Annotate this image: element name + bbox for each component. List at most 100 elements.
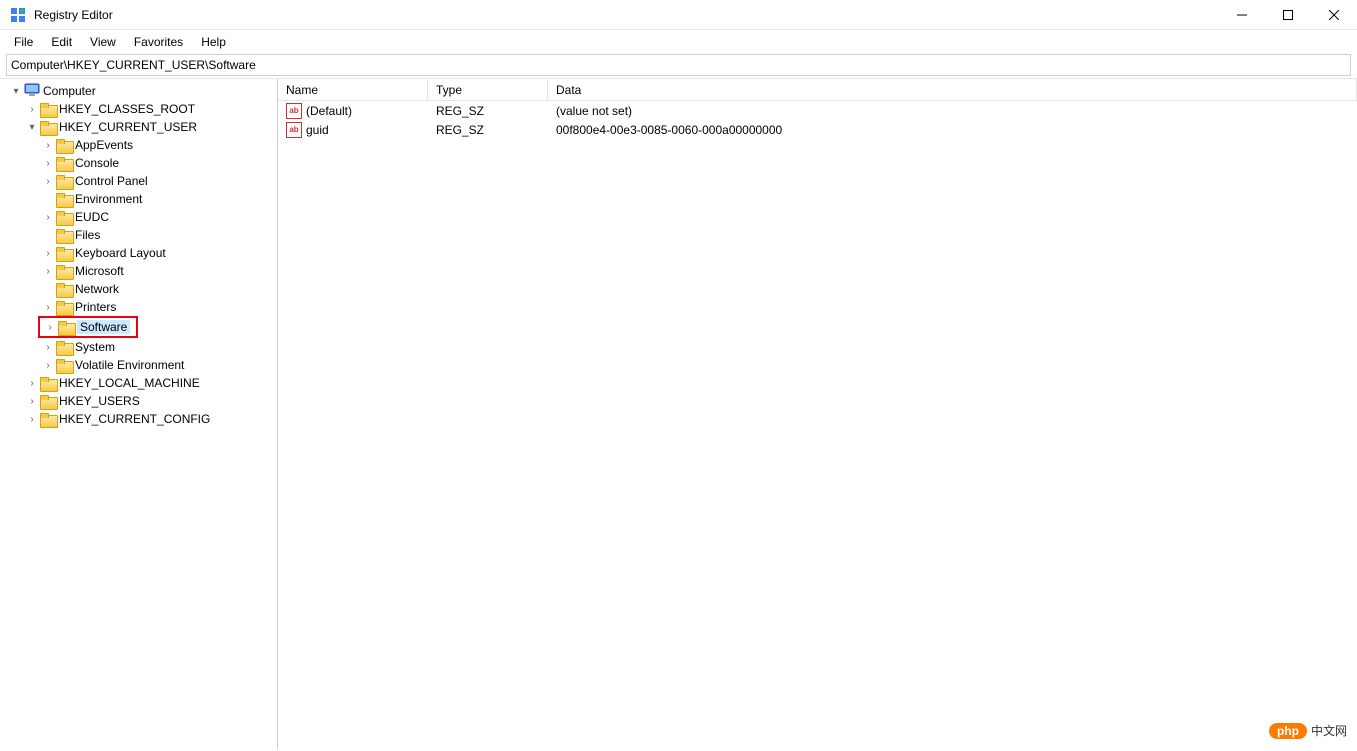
tree-hive-hkcc[interactable]: › HKEY_CURRENT_CONFIG (0, 410, 277, 428)
annotation-highlight: › Software (38, 316, 138, 338)
tree-hive-hkcr[interactable]: › HKEY_CLASSES_ROOT (0, 100, 277, 118)
main-pane: ▾ Computer › HKEY_CLASSES_ROOT ▾ HKEY_CU… (0, 78, 1357, 749)
tree-label: Keyboard Layout (75, 246, 166, 260)
tree-label: Printers (75, 300, 116, 314)
tree-item[interactable]: › System (0, 338, 277, 356)
column-headers: Name Type Data (278, 79, 1357, 101)
col-type[interactable]: Type (428, 79, 548, 100)
tree-label: System (75, 340, 115, 354)
menu-file[interactable]: File (6, 33, 41, 51)
tree-item[interactable]: Network (0, 280, 277, 298)
folder-icon (40, 103, 56, 116)
value-name: guid (306, 123, 329, 137)
chevron-down-icon[interactable]: ▾ (10, 85, 22, 97)
value-type: REG_SZ (428, 104, 548, 118)
tree-item[interactable]: › Keyboard Layout (0, 244, 277, 262)
col-name[interactable]: Name (278, 79, 428, 100)
chevron-right-icon[interactable]: › (42, 301, 54, 313)
menubar: File Edit View Favorites Help (0, 30, 1357, 54)
folder-icon (56, 301, 72, 314)
tree-label: Microsoft (75, 264, 124, 278)
value-row[interactable]: ab (Default) REG_SZ (value not set) (278, 101, 1357, 120)
tree-label: EUDC (75, 210, 109, 224)
blank-icon (42, 229, 54, 241)
folder-icon (40, 413, 56, 426)
blank-icon (42, 193, 54, 205)
menu-view[interactable]: View (82, 33, 124, 51)
value-row[interactable]: abguid REG_SZ 00f800e4-00e3-0085-0060-00… (278, 120, 1357, 139)
tree-label: AppEvents (75, 138, 133, 152)
folder-icon (56, 341, 72, 354)
chevron-right-icon[interactable]: › (42, 359, 54, 371)
folder-icon (56, 283, 72, 296)
minimize-button[interactable] (1219, 0, 1265, 30)
chevron-right-icon[interactable]: › (26, 413, 38, 425)
folder-icon (56, 157, 72, 170)
value-type: REG_SZ (428, 123, 548, 137)
tree-item[interactable]: Environment (0, 190, 277, 208)
tree-item[interactable]: › Microsoft (0, 262, 277, 280)
tree-item[interactable]: › Printers (0, 298, 277, 316)
blank-icon (42, 283, 54, 295)
value-name: (Default) (306, 104, 352, 118)
folder-icon (56, 229, 72, 242)
folder-icon (56, 211, 72, 224)
chevron-right-icon[interactable]: › (42, 157, 54, 169)
folder-icon (56, 247, 72, 260)
tree-item[interactable]: › Volatile Environment (0, 356, 277, 374)
chevron-down-icon[interactable]: ▾ (26, 121, 38, 133)
values-pane[interactable]: Name Type Data ab (Default) REG_SZ (value… (278, 79, 1357, 749)
chevron-right-icon[interactable]: › (26, 395, 38, 407)
col-data[interactable]: Data (548, 79, 1357, 100)
value-data: 00f800e4-00e3-0085-0060-000a00000000 (548, 123, 1357, 137)
tree-item[interactable]: › EUDC (0, 208, 277, 226)
folder-icon (56, 175, 72, 188)
tree-label-selected: Software (77, 320, 130, 334)
tree-label: Network (75, 282, 119, 296)
value-data: (value not set) (548, 104, 1357, 118)
tree-pane[interactable]: ▾ Computer › HKEY_CLASSES_ROOT ▾ HKEY_CU… (0, 79, 278, 749)
menu-edit[interactable]: Edit (43, 33, 80, 51)
tree-hive-hku[interactable]: ›HKEY_USERS (0, 392, 277, 410)
computer-icon (24, 83, 40, 100)
folder-icon (58, 321, 74, 334)
folder-icon (40, 121, 56, 134)
tree-hive-hkcu[interactable]: ▾ HKEY_CURRENT_USER (0, 118, 277, 136)
string-value-icon: ab (286, 122, 302, 138)
app-icon (10, 7, 26, 23)
tree-item[interactable]: ›Console (0, 154, 277, 172)
tree-root[interactable]: ▾ Computer (0, 82, 277, 100)
menu-favorites[interactable]: Favorites (126, 33, 191, 51)
tree-hive-hklm[interactable]: › HKEY_LOCAL_MACHINE (0, 374, 277, 392)
chevron-right-icon[interactable]: › (42, 139, 54, 151)
close-button[interactable] (1311, 0, 1357, 30)
tree-item[interactable]: ›Control Panel (0, 172, 277, 190)
string-value-icon: ab (286, 103, 302, 119)
tree-root-label: Computer (43, 84, 96, 98)
address-bar[interactable]: Computer\HKEY_CURRENT_USER\Software (6, 54, 1351, 76)
chevron-right-icon[interactable]: › (44, 321, 56, 333)
tree-item[interactable]: › AppEvents (0, 136, 277, 154)
chevron-right-icon[interactable]: › (26, 103, 38, 115)
tree-item[interactable]: Files (0, 226, 277, 244)
tree-label: Environment (75, 192, 142, 206)
folder-icon (56, 193, 72, 206)
tree-item-software[interactable]: › Software (40, 318, 136, 336)
folder-icon (40, 377, 56, 390)
maximize-button[interactable] (1265, 0, 1311, 30)
chevron-right-icon[interactable]: › (42, 341, 54, 353)
tree-label: Volatile Environment (75, 358, 184, 372)
tree-label: HKEY_CURRENT_CONFIG (59, 412, 210, 426)
chevron-right-icon[interactable]: › (42, 211, 54, 223)
chevron-right-icon[interactable]: › (26, 377, 38, 389)
folder-icon (40, 395, 56, 408)
chevron-right-icon[interactable]: › (42, 247, 54, 259)
menu-help[interactable]: Help (193, 33, 234, 51)
chevron-right-icon[interactable]: › (42, 265, 54, 277)
tree-label: HKEY_LOCAL_MACHINE (59, 376, 200, 390)
tree-label: HKEY_CLASSES_ROOT (59, 102, 195, 116)
window-title: Registry Editor (34, 8, 113, 22)
chevron-right-icon[interactable]: › (42, 175, 54, 187)
folder-icon (56, 359, 72, 372)
titlebar: Registry Editor (0, 0, 1357, 30)
